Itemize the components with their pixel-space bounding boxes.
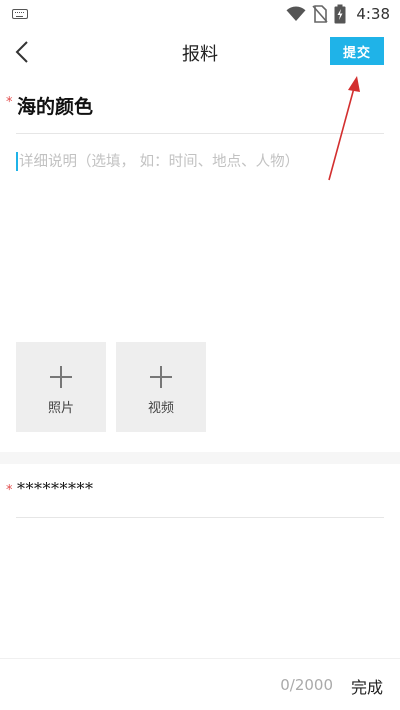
wifi-icon xyxy=(286,6,306,22)
photo-label: 照片 xyxy=(47,401,74,416)
keyboard-icon xyxy=(12,9,28,19)
battery-charging-icon xyxy=(334,4,346,24)
required-mark: * xyxy=(6,483,13,498)
detail-textarea[interactable]: 详细说明（选填， 如：时间、地点、人物） xyxy=(16,145,384,325)
done-button[interactable]: 完成 xyxy=(351,674,383,698)
status-bar: 4:38 xyxy=(0,0,400,28)
char-count: 0/2000 xyxy=(280,676,333,694)
title-input[interactable]: 海的颜色 xyxy=(17,92,93,119)
text-cursor xyxy=(16,152,18,171)
required-mark: * xyxy=(6,95,13,110)
section-separator xyxy=(0,452,400,464)
divider xyxy=(16,133,384,134)
no-sim-icon xyxy=(312,5,328,23)
header-bar: 报料 提交 xyxy=(0,28,400,76)
divider xyxy=(16,517,384,518)
masked-input[interactable]: ********* xyxy=(17,479,94,498)
status-icons: 4:38 xyxy=(286,3,390,25)
add-photo-button[interactable]: 照片 xyxy=(16,342,106,432)
footer-bar: 0/2000 完成 xyxy=(0,658,400,710)
video-label: 视频 xyxy=(147,401,174,416)
plus-icon xyxy=(50,366,72,388)
status-time: 4:38 xyxy=(356,5,390,23)
add-video-button[interactable]: 视频 xyxy=(116,342,206,432)
submit-button[interactable]: 提交 xyxy=(330,37,384,65)
plus-icon xyxy=(150,366,172,388)
detail-placeholder: 详细说明（选填， 如：时间、地点、人物） xyxy=(19,154,300,170)
